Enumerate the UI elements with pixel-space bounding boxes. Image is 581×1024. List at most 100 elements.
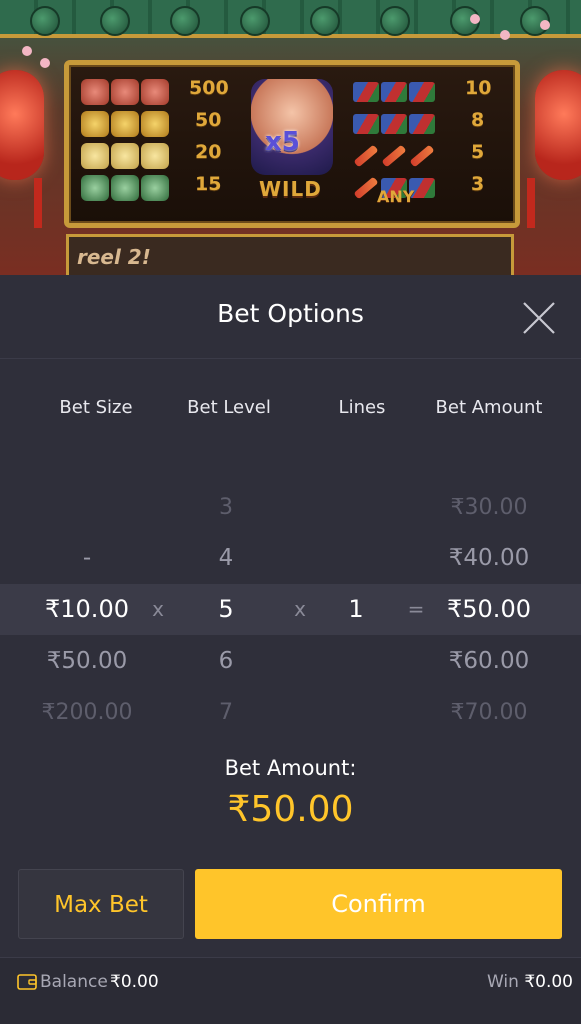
gold-ingot-icon: [81, 143, 109, 169]
lines-value: [326, 636, 386, 687]
roof-tile-icon: [30, 6, 60, 36]
bet-amount-row-value: ₹40.00: [448, 545, 530, 571]
column-header-bet-level: Bet Level: [187, 397, 271, 418]
lantern-icon: [535, 70, 581, 180]
win-value: ₹0.00: [524, 972, 573, 992]
firecracker-icon: [381, 114, 407, 134]
wild-multiplier: x5: [265, 127, 300, 157]
bet-amount-row-value: ₹60.00: [448, 648, 530, 674]
pig-symbol-icon: [111, 79, 139, 105]
equals-sign: =: [407, 597, 425, 621]
payout-value: 500: [189, 77, 229, 99]
roof-tile-icon: [100, 6, 130, 36]
bet-level-value: 7: [219, 700, 233, 725]
lines-value: [326, 533, 386, 584]
bet-amount-row-value: ₹30.00: [450, 495, 528, 520]
lines-value: 1: [348, 595, 364, 623]
gold-bag-icon: [81, 111, 109, 137]
win-display: Win ₹0.00: [487, 972, 573, 992]
roof-tile-icon: [240, 6, 270, 36]
gold-bag-icon: [111, 111, 139, 137]
blossom-icon: [22, 46, 32, 56]
panel-title: Bet Options: [217, 299, 364, 328]
blossom-icon: [500, 30, 510, 40]
any-label: ANY: [377, 187, 415, 206]
bet-size-value: ₹10.00: [45, 595, 129, 623]
symbol-column-left: [81, 77, 169, 205]
close-button[interactable]: [520, 299, 558, 337]
gold-ingot-icon: [111, 143, 139, 169]
firecracker-icon: [353, 82, 379, 102]
picker-row[interactable]: - 4 ₹40.00: [0, 533, 581, 584]
firecracker-icon: [353, 114, 379, 134]
blossom-icon: [540, 20, 550, 30]
reel-frame: reel 2!: [66, 234, 514, 275]
blossom-icon: [470, 14, 480, 24]
payout-value: 8: [471, 109, 485, 131]
payout-value: 20: [195, 141, 222, 163]
multiply-sign: x: [294, 597, 306, 621]
balance-value: ₹0.00: [110, 972, 159, 992]
blossom-icon: [40, 58, 50, 68]
win-label: Win: [486, 972, 519, 992]
bet-amount-value: ₹50.00: [227, 789, 354, 830]
temple-roof: [0, 0, 581, 38]
tassel-icon: [527, 178, 535, 228]
firecracker-icon: [409, 144, 435, 168]
wallet-icon: [17, 974, 37, 990]
column-header-bet-size: Bet Size: [59, 397, 133, 418]
bet-options-panel: Bet Options Bet Size Bet Level Lines Bet…: [0, 275, 581, 1024]
column-header-bet-amount: Bet Amount: [435, 397, 543, 418]
firecracker-icon: [353, 144, 379, 168]
game-background: 500 50 20 15 x5 WILD ANY 10 8 5 3 reel 2…: [0, 0, 581, 275]
firecracker-icon: [353, 176, 379, 200]
bet-level-value: 3: [219, 495, 233, 520]
picker-row[interactable]: ₹200.00 7 ₹70.00: [0, 687, 581, 738]
column-header-lines: Lines: [338, 397, 386, 418]
picker-row[interactable]: ₹50.00 6 ₹60.00: [0, 636, 581, 687]
payout-value: 10: [465, 77, 492, 99]
payout-value: 50: [195, 109, 222, 131]
reel-text: reel 2!: [77, 245, 151, 269]
bet-amount-row-value: ₹70.00: [450, 700, 528, 725]
bet-size-value: -: [82, 545, 92, 571]
jade-cabbage-icon: [81, 175, 109, 201]
max-bet-button[interactable]: Max Bet: [18, 869, 184, 939]
bet-level-value: 6: [218, 648, 234, 674]
gold-ingot-icon: [141, 143, 169, 169]
bet-amount-row-value: ₹50.00: [447, 595, 531, 623]
payout-value: 3: [471, 173, 485, 195]
multiply-sign: x: [152, 597, 164, 621]
bet-amount-label: Bet Amount:: [224, 756, 357, 780]
bet-size-value: ₹50.00: [46, 648, 128, 674]
confirm-button[interactable]: Confirm: [195, 869, 562, 939]
bet-size-value: ₹200.00: [41, 700, 133, 725]
lantern-icon: [0, 70, 44, 180]
pig-symbol-icon: [81, 79, 109, 105]
bet-size-value: [26, 482, 148, 533]
firecracker-icon: [409, 114, 435, 134]
footer-bar: Balance ₹0.00 Win ₹0.00: [0, 957, 581, 1024]
picker-row[interactable]: 3 ₹30.00: [0, 482, 581, 533]
panel-header: Bet Options: [0, 275, 581, 359]
balance-label: Balance: [40, 972, 108, 992]
picker-row-selected[interactable]: ₹10.00 5 1 ₹50.00 x x =: [0, 584, 581, 635]
roof-tile-icon: [380, 6, 410, 36]
bet-level-value: 5: [218, 595, 234, 623]
lines-value: [326, 687, 386, 738]
paytable: 500 50 20 15 x5 WILD ANY 10 8 5 3: [64, 60, 520, 228]
firecracker-icon: [381, 82, 407, 102]
pig-symbol-icon: [141, 79, 169, 105]
lines-value: [326, 482, 386, 533]
payout-value: 5: [471, 141, 485, 163]
roof-tile-icon: [170, 6, 200, 36]
roof-tile-icon: [310, 6, 340, 36]
gold-bag-icon: [141, 111, 169, 137]
tassel-icon: [34, 178, 42, 228]
firecracker-icon: [409, 82, 435, 102]
jade-cabbage-icon: [111, 175, 139, 201]
payout-value: 15: [195, 173, 222, 195]
jade-cabbage-icon: [141, 175, 169, 201]
close-icon: [523, 302, 555, 334]
symbol-column-right: [353, 77, 435, 205]
